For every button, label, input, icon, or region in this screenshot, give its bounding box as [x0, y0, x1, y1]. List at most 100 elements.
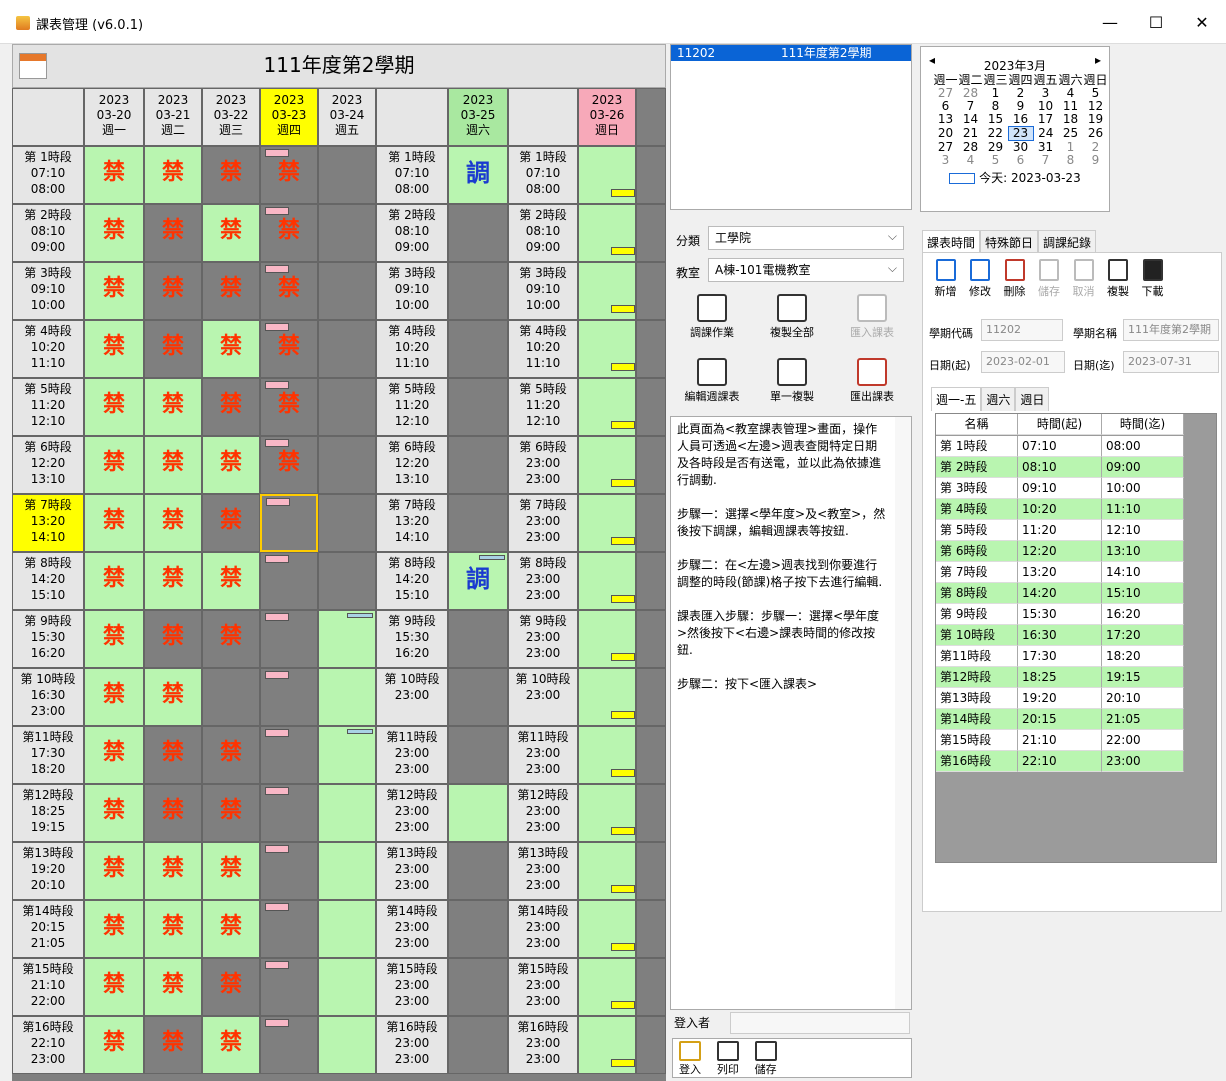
schedule-cell[interactable]: 禁: [84, 900, 144, 958]
schedule-cell[interactable]: 禁: [260, 146, 318, 204]
schedule-cell[interactable]: 禁: [144, 668, 202, 726]
schedule-cell[interactable]: 禁: [202, 1016, 260, 1074]
tab-adjust-log[interactable]: 調課紀錄: [1038, 230, 1097, 254]
schedule-cell[interactable]: 禁: [202, 726, 260, 784]
schedule-cell[interactable]: 禁: [84, 320, 144, 378]
copy-all-button[interactable]: 複製全部: [756, 290, 828, 344]
calendar-day[interactable]: 30: [1008, 141, 1033, 155]
next-month-icon[interactable]: ▸: [1095, 53, 1101, 67]
prev-month-icon[interactable]: ◂: [929, 53, 935, 67]
calendar-day[interactable]: 24: [1033, 127, 1058, 141]
schedule-cell[interactable]: 禁: [144, 204, 202, 262]
schedule-cell[interactable]: [318, 842, 376, 900]
table-row[interactable]: 第15時段 21:10 22:00: [936, 730, 1184, 751]
sunday-cell[interactable]: [578, 552, 636, 610]
schedule-cell[interactable]: 禁: [84, 146, 144, 204]
table-row[interactable]: 第 10時段 16:30 17:20: [936, 625, 1184, 646]
period-label[interactable]: 第16時段 22:10 23:00: [12, 1016, 84, 1074]
minimize-button[interactable]: —: [1090, 10, 1130, 36]
calendar-day[interactable]: 28: [958, 140, 983, 155]
close-button[interactable]: ✕: [1182, 10, 1222, 36]
saturday-cell[interactable]: [448, 1016, 508, 1074]
schedule-cell[interactable]: 禁: [144, 262, 202, 320]
calendar-day[interactable]: 8: [983, 100, 1008, 113]
edit-button[interactable]: 修改: [966, 259, 995, 299]
saturday-cell[interactable]: [448, 262, 508, 320]
schedule-cell[interactable]: 禁: [202, 146, 260, 204]
calendar-day[interactable]: 1: [1058, 140, 1083, 155]
sunday-cell[interactable]: [578, 668, 636, 726]
schedule-cell[interactable]: 禁: [84, 842, 144, 900]
adjust-button[interactable]: 調課作業: [676, 290, 748, 344]
day-header[interactable]: 2023 03-21 週二: [144, 88, 202, 146]
day-header[interactable]: 2023 03-23 週四: [260, 88, 318, 146]
schedule-cell[interactable]: [318, 784, 376, 842]
sunday-cell[interactable]: [578, 378, 636, 436]
schedule-cell[interactable]: 禁: [84, 494, 144, 552]
period-label[interactable]: 第 7時段 13:20 14:10: [12, 494, 84, 552]
schedule-cell[interactable]: 禁: [202, 784, 260, 842]
schedule-cell[interactable]: [318, 726, 376, 784]
calendar-day[interactable]: 15: [983, 113, 1008, 127]
calendar-day[interactable]: 26: [1083, 127, 1108, 141]
schedule-cell[interactable]: 禁: [144, 1016, 202, 1074]
maximize-button[interactable]: ☐: [1136, 10, 1176, 36]
schedule-cell[interactable]: 禁: [260, 262, 318, 320]
schedule-cell[interactable]: [260, 726, 318, 784]
schedule-cell[interactable]: [318, 1016, 376, 1074]
table-row[interactable]: 第14時段 20:15 21:05: [936, 709, 1184, 730]
schedule-cell[interactable]: [318, 668, 376, 726]
schedule-cell[interactable]: 禁: [84, 1016, 144, 1074]
calendar-day[interactable]: 2: [1083, 140, 1108, 155]
table-row[interactable]: 第13時段 19:20 20:10: [936, 688, 1184, 709]
room-select[interactable]: A棟-101電機教室: [708, 257, 904, 282]
period-label[interactable]: 第 1時段 07:10 08:00: [12, 146, 84, 204]
schedule-cell[interactable]: [318, 610, 376, 668]
saturday-cell[interactable]: [448, 436, 508, 494]
schedule-cell[interactable]: 禁: [144, 900, 202, 958]
schedule-cell[interactable]: 禁: [84, 784, 144, 842]
sunday-cell[interactable]: [578, 436, 636, 494]
saturday-cell[interactable]: [448, 668, 508, 726]
schedule-cell[interactable]: [260, 842, 318, 900]
saturday-cell[interactable]: [448, 726, 508, 784]
schedule-cell[interactable]: 禁: [84, 610, 144, 668]
sunday-cell[interactable]: [578, 958, 636, 1016]
table-row[interactable]: 第16時段 22:10 23:00: [936, 751, 1184, 772]
table-row[interactable]: 第 7時段 13:20 14:10: [936, 562, 1184, 583]
schedule-cell[interactable]: 禁: [144, 784, 202, 842]
end-date-picker[interactable]: 2023-07-31: [1123, 351, 1219, 373]
period-label[interactable]: 第 8時段 14:20 15:10: [12, 552, 84, 610]
period-label[interactable]: 第13時段 19:20 20:10: [12, 842, 84, 900]
saturday-cell[interactable]: 調: [448, 552, 508, 610]
table-row[interactable]: 第 4時段 10:20 11:10: [936, 499, 1184, 520]
calendar-day[interactable]: 31: [1033, 140, 1058, 155]
table-row[interactable]: 第11時段 17:30 18:20: [936, 646, 1184, 667]
schedule-cell[interactable]: [318, 262, 376, 320]
sunday-cell[interactable]: [578, 900, 636, 958]
day-header[interactable]: 2023 03-26 週日: [578, 88, 636, 146]
table-row[interactable]: 第 9時段 15:30 16:20: [936, 604, 1184, 625]
name-field[interactable]: 111年度第2學期: [1123, 319, 1219, 341]
schedule-cell[interactable]: 禁: [84, 726, 144, 784]
tab-special-days[interactable]: 特殊節日: [980, 230, 1039, 254]
category-select[interactable]: 工學院: [708, 225, 904, 250]
calendar-day[interactable]: 27: [933, 140, 958, 155]
table-row[interactable]: 第 1時段 07:10 08:00: [936, 436, 1184, 457]
schedule-cell[interactable]: 禁: [84, 958, 144, 1016]
saturday-cell[interactable]: [448, 204, 508, 262]
calendar-icon[interactable]: [19, 53, 47, 79]
period-label[interactable]: 第 4時段 10:20 11:10: [12, 320, 84, 378]
schedule-cell[interactable]: 禁: [84, 378, 144, 436]
sunday-cell[interactable]: [578, 1016, 636, 1074]
sunday-cell[interactable]: [578, 146, 636, 204]
schedule-cell[interactable]: [260, 668, 318, 726]
schedule-cell[interactable]: 禁: [144, 552, 202, 610]
schedule-cell[interactable]: 禁: [260, 436, 318, 494]
help-scrollbar[interactable]: [895, 417, 911, 1009]
table-row[interactable]: 第 8時段 14:20 15:10: [936, 583, 1184, 604]
schedule-cell[interactable]: 禁: [144, 610, 202, 668]
saturday-cell[interactable]: [448, 958, 508, 1016]
import-button[interactable]: 匯入課表: [836, 290, 908, 344]
schedule-cell[interactable]: 禁: [144, 726, 202, 784]
